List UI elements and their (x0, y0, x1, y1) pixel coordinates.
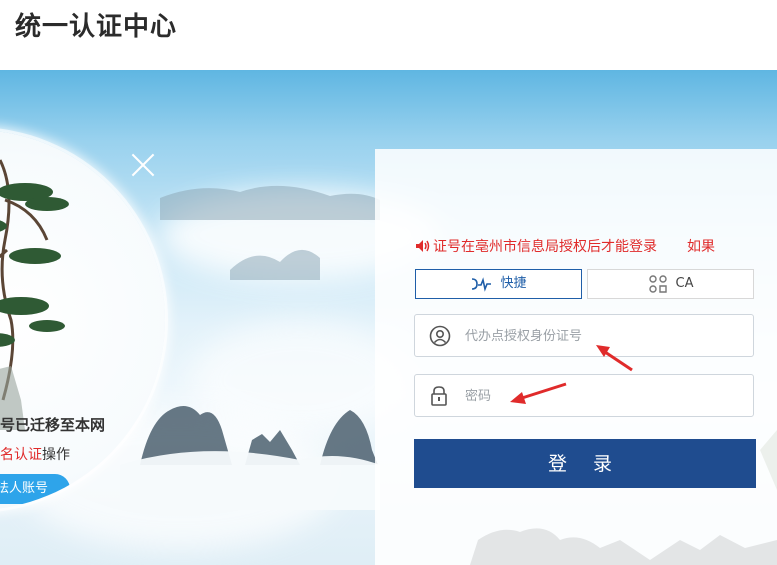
promo-subtitle-rest: 操作 (42, 447, 70, 463)
notice-text-next: 如果 (687, 239, 715, 255)
user-icon (429, 325, 451, 351)
tab-quick-login[interactable]: 快捷 (415, 269, 582, 299)
ca-certificate-icon (648, 274, 676, 293)
id-number-field (414, 314, 754, 357)
legal-account-button-label: 法人账号 (0, 481, 48, 496)
promo-subtitle: 名认证操作 (0, 444, 70, 464)
quick-login-icon (470, 276, 500, 292)
page-title: 统一认证中心 (15, 12, 178, 42)
header: 统一认证中心 (0, 0, 777, 70)
tab-quick-label: 快捷 (500, 276, 527, 291)
login-button[interactable]: 登 录 (414, 439, 756, 488)
password-field (414, 374, 754, 417)
tab-ca[interactable]: CA (587, 269, 754, 299)
notice-text: 证号在亳州市信息局授权后才能登录 (433, 239, 657, 255)
login-panel (375, 149, 777, 565)
notice-marquee: 证号在亳州市信息局授权后才能登录 如果 (415, 236, 777, 256)
tab-ca-label: CA (675, 276, 694, 291)
lock-icon (429, 385, 449, 411)
close-icon[interactable] (130, 152, 156, 178)
promo-title: 号已迁移至本网 (0, 416, 106, 434)
password-input[interactable] (463, 381, 747, 412)
speaker-icon (415, 239, 431, 256)
red-arrow-icon (510, 382, 567, 404)
promo-subtitle-highlight: 名认证 (0, 447, 42, 463)
red-arrow-icon (596, 345, 633, 372)
legal-account-button[interactable]: 法人账号 (0, 474, 70, 504)
migration-promo-circle: 号已迁移至本网 名认证操作 法人账号 账 (0, 130, 165, 510)
